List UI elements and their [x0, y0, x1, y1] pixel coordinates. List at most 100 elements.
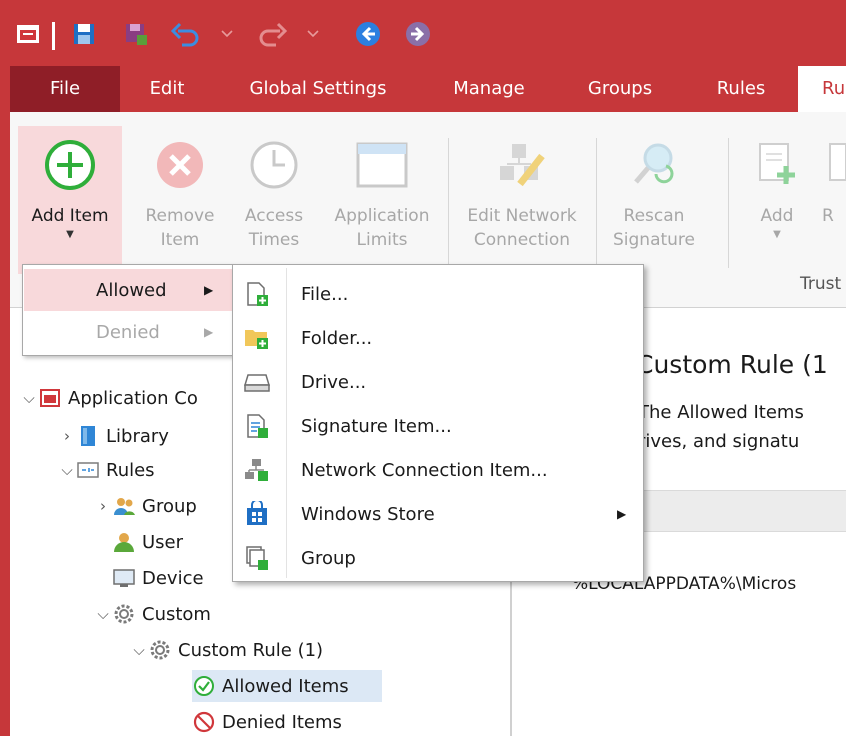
- undo-icon[interactable]: [166, 14, 206, 54]
- tree-node-root[interactable]: ⌵ Application Co: [20, 382, 198, 414]
- chevron-down-icon[interactable]: ⌵: [20, 389, 38, 407]
- add-file-icon: [738, 126, 816, 204]
- tree-custom-rule-label: Custom Rule (1): [178, 639, 324, 661]
- undo-dropdown-icon[interactable]: [216, 14, 238, 54]
- gear-icon: [148, 638, 172, 662]
- menu-item-file-label: File...: [301, 283, 349, 305]
- redo-dropdown-icon[interactable]: [302, 14, 324, 54]
- add-item-button[interactable]: Add Item ▼: [18, 126, 122, 274]
- tree-node-library[interactable]: › Library: [58, 420, 169, 452]
- tree-user-label: User: [142, 531, 184, 553]
- ribbon-separator: [448, 138, 449, 268]
- tree-node-denied-items[interactable]: Denied Items: [192, 706, 342, 736]
- group-icon: [112, 494, 136, 518]
- tab-global-settings[interactable]: Global Settings: [232, 66, 404, 112]
- menu-item-allowed[interactable]: Allowed ▶: [24, 269, 232, 311]
- content-description-line-1: The Allowed Items: [638, 402, 804, 423]
- menu-item-network-connection[interactable]: Network Connection Item...: [233, 448, 641, 492]
- add-file-icon: [243, 280, 271, 308]
- menu-item-signature-label: Signature Item...: [301, 415, 452, 437]
- tree-device-label: Device: [142, 567, 204, 589]
- chevron-down-icon[interactable]: ⌵: [130, 641, 148, 659]
- monitor-icon: [112, 566, 136, 590]
- tree-node-custom-rule[interactable]: ⌵ Custom Rule (1): [130, 634, 323, 666]
- chevron-down-icon[interactable]: ⌵: [94, 605, 112, 623]
- menu-item-drive[interactable]: Drive...: [233, 360, 641, 404]
- trust-group-label: Trust: [800, 274, 842, 294]
- save-as-icon[interactable]: [116, 14, 156, 54]
- access-times-label-1: Access: [244, 206, 304, 226]
- app-control-icon: [38, 386, 62, 410]
- tree-node-device[interactable]: Device: [112, 562, 204, 594]
- tree-rules-label: Rules: [106, 459, 155, 481]
- signature-icon: [243, 412, 271, 440]
- application-limits-label-1: Application: [334, 206, 430, 226]
- add-folder-icon: [243, 324, 271, 352]
- chevron-down-icon: ▼: [773, 229, 781, 240]
- add-group-icon: [243, 544, 271, 572]
- submenu-arrow-icon: ▶: [204, 325, 214, 339]
- menu-item-file[interactable]: File...: [233, 272, 641, 316]
- rescan-signature-label-2: Signature: [612, 230, 695, 250]
- content-title: Custom Rule (1: [636, 350, 828, 379]
- chevron-down-icon: ▼: [66, 229, 74, 240]
- tree-group-label: Group: [142, 495, 197, 517]
- menu-item-windows-store-label: Windows Store: [301, 503, 435, 525]
- tree-node-user[interactable]: User: [112, 526, 183, 558]
- access-times-button[interactable]: Access Times: [222, 126, 326, 274]
- save-icon[interactable]: [64, 14, 104, 54]
- back-icon[interactable]: [350, 14, 386, 54]
- menu-item-group[interactable]: Group: [233, 536, 641, 580]
- clock-icon: [222, 126, 326, 204]
- tree-library-label: Library: [106, 425, 169, 447]
- chevron-down-icon[interactable]: ⌵: [58, 461, 76, 479]
- access-times-label-2: Times: [248, 230, 300, 250]
- remove-circle-icon: [128, 126, 232, 204]
- add-item-dropdown: Allowed ▶ Denied ▶: [22, 264, 234, 356]
- user-icon: [112, 530, 136, 554]
- tab-groups[interactable]: Groups: [570, 66, 670, 112]
- chevron-right-icon[interactable]: ›: [94, 497, 112, 515]
- tab-edit[interactable]: Edit: [136, 66, 198, 112]
- tab-manage[interactable]: Manage: [436, 66, 542, 112]
- remove-item-label-2: Item: [160, 230, 200, 250]
- window-icon: [330, 126, 434, 204]
- toolbar-separator: [52, 22, 55, 50]
- tab-file[interactable]: File: [10, 66, 120, 112]
- rescan-signature-button[interactable]: Rescan Signature: [602, 126, 706, 274]
- menu-item-windows-store[interactable]: Windows Store ▶: [233, 492, 641, 536]
- menu-item-drive-label: Drive...: [301, 371, 367, 393]
- tree-node-custom[interactable]: ⌵ Custom: [94, 598, 211, 630]
- menu-item-folder[interactable]: Folder...: [233, 316, 641, 360]
- tree-node-rules[interactable]: ⌵ Rules: [58, 454, 155, 486]
- edit-network-connection-button[interactable]: Edit Network Connection: [456, 126, 588, 274]
- check-circle-icon: [192, 674, 216, 698]
- chevron-right-icon[interactable]: ›: [58, 427, 76, 445]
- tab-rule-active[interactable]: Ru: [798, 66, 846, 112]
- tab-rules[interactable]: Rules: [698, 66, 784, 112]
- tree-root-label: Application Co: [68, 387, 198, 409]
- edit-network-label-2: Connection: [473, 230, 571, 250]
- file-icon: [816, 126, 846, 204]
- tree-custom-label: Custom: [142, 603, 211, 625]
- add-item-label: Add Item: [31, 206, 109, 226]
- edit-network-label-1: Edit Network: [467, 206, 577, 226]
- forward-icon[interactable]: [400, 14, 436, 54]
- menu-item-denied[interactable]: Denied ▶: [24, 311, 232, 353]
- content-description: The Allowed Items rives, and signatu: [638, 398, 804, 456]
- application-limits-button[interactable]: Application Limits: [330, 126, 434, 274]
- add-trusted-button[interactable]: Add ▼: [738, 126, 816, 274]
- ribbon-button-partial[interactable]: R: [816, 126, 846, 274]
- menu-item-signature[interactable]: Signature Item...: [233, 404, 641, 448]
- tree-node-allowed-items[interactable]: Allowed Items: [192, 670, 382, 702]
- application-limits-label-2: Limits: [356, 230, 408, 250]
- menu-item-denied-label: Denied: [96, 321, 160, 343]
- redo-icon[interactable]: [252, 14, 292, 54]
- tree-denied-items-label: Denied Items: [222, 711, 342, 733]
- ribbon-separator: [596, 138, 597, 268]
- tree-node-group[interactable]: › Group: [94, 490, 197, 522]
- content-description-line-2: rives, and signatu: [638, 431, 800, 452]
- menu-item-network-connection-label: Network Connection Item...: [301, 459, 548, 481]
- app-icon: [8, 14, 48, 54]
- remove-item-button[interactable]: Remove Item: [128, 126, 232, 274]
